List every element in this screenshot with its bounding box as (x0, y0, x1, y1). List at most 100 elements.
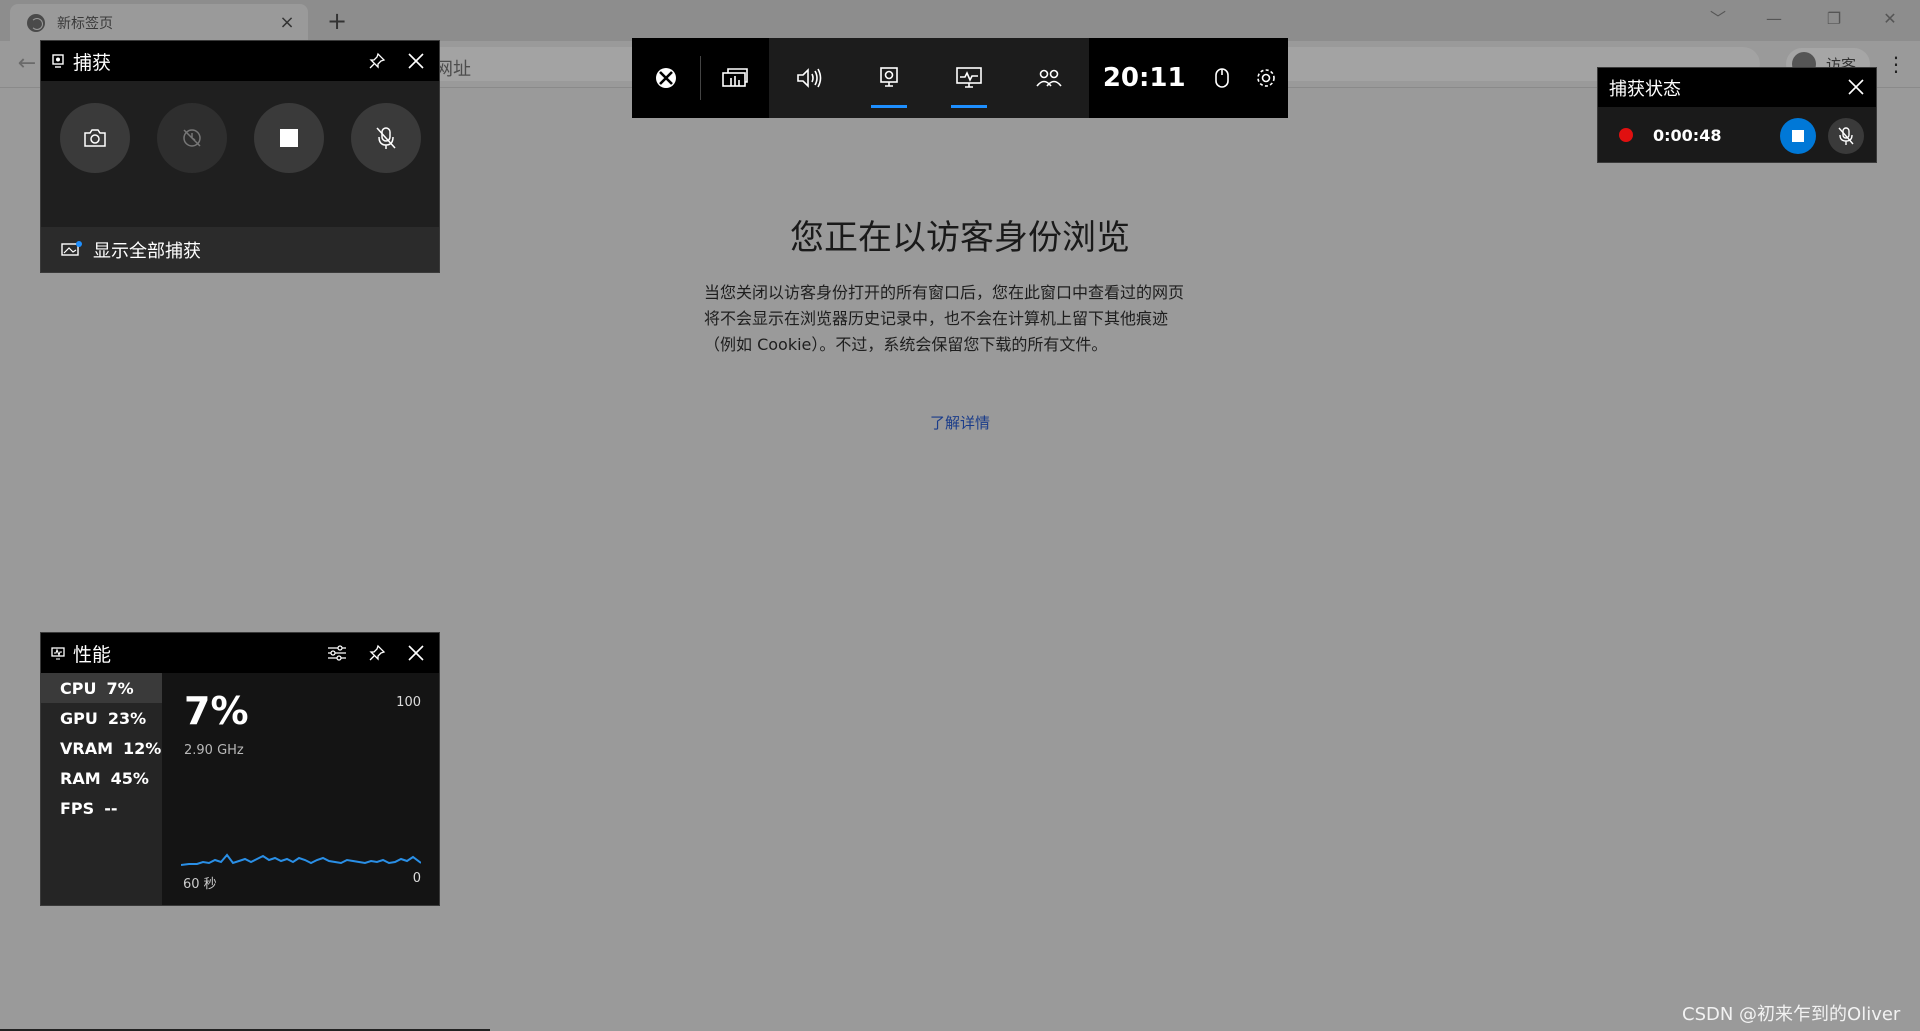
pin-button[interactable] (363, 47, 391, 75)
tab-new-tab[interactable]: 新标签页 × (10, 4, 308, 41)
back-icon[interactable]: ← (12, 49, 42, 79)
mouse-icon (1214, 68, 1229, 88)
close-button[interactable] (1842, 73, 1870, 101)
metric-value: 23% (107, 708, 147, 728)
usage-line (181, 853, 421, 866)
metric-list: CPU 7% GPU 23% VRAM 12% RAM 45% FPS -- (41, 673, 162, 905)
audio-icon (797, 68, 822, 88)
metric-label: RAM (60, 768, 101, 788)
capture-status-title: 捕获状态 (1609, 78, 1681, 100)
tab-strip: 新标签页 × + ﹀ — ❐ ✕ (0, 0, 1920, 41)
address-placeholder: 网址 (435, 59, 471, 80)
options-button[interactable] (323, 639, 351, 667)
capture-controls (41, 103, 439, 173)
maximize-button[interactable]: ❐ (1814, 4, 1854, 34)
xbox-icon (656, 68, 676, 88)
minimize-button[interactable]: — (1754, 4, 1794, 34)
game-bar-clock: 20:11 (1102, 63, 1186, 93)
pin-icon (369, 644, 386, 661)
mic-toggle-button[interactable] (1828, 118, 1864, 154)
capture-status-body: 0:00:48 (1598, 108, 1876, 162)
description-line: 将不会显示在浏览器历史记录中，也不会在计算机上留下其他痕迹 (704, 309, 1169, 328)
recording-indicator-icon (1619, 128, 1633, 142)
metric-fps[interactable]: FPS -- (41, 793, 162, 823)
capture-icon (880, 67, 898, 87)
page-description: 当您关闭以访客身份打开的所有窗口后，您在此窗口中查看过的网页 将不会显示在浏览器… (704, 280, 1224, 358)
performance-button[interactable] (929, 38, 1009, 118)
capture-widget-header[interactable]: 捕获 (41, 41, 439, 81)
globe-icon (27, 13, 45, 32)
mic-off-icon (376, 127, 396, 149)
close-button[interactable] (402, 47, 430, 75)
stop-icon (1792, 130, 1804, 142)
metric-label: FPS (60, 798, 95, 818)
widget-toggles (768, 38, 1089, 118)
learn-more-link[interactable]: 了解详情 (0, 412, 1920, 433)
tab-close-button[interactable]: × (276, 12, 298, 34)
pin-icon (369, 52, 386, 69)
metric-label: GPU (60, 708, 98, 728)
social-button[interactable] (1009, 38, 1089, 118)
capture-button[interactable] (849, 38, 929, 118)
metric-cpu[interactable]: CPU 7% (41, 673, 162, 703)
performance-icon (51, 647, 65, 660)
metric-value: -- (104, 798, 118, 818)
stop-recording-icon (280, 129, 298, 147)
audio-button[interactable] (769, 38, 849, 118)
recording-timer: 0:00:48 (1653, 125, 1722, 145)
metric-vram[interactable]: VRAM 12% (41, 733, 162, 763)
graph-time-label: 60 秒 (183, 877, 217, 892)
close-icon (408, 645, 424, 661)
sliders-icon (328, 645, 346, 661)
close-icon (1848, 79, 1864, 95)
widget-menu-button[interactable] (701, 38, 769, 118)
capture-widget: 捕获 显示全部捕获 (40, 40, 440, 273)
metric-ram[interactable]: RAM 45% (41, 763, 162, 793)
description-line: 当您关闭以访客身份打开的所有窗口后，您在此窗口中查看过的网页 (704, 283, 1185, 302)
capture-widget-title: 捕获 (73, 51, 112, 74)
game-bar: 20:11 (632, 38, 1288, 118)
xbox-button[interactable] (632, 38, 700, 118)
capture-status-header[interactable]: 捕获状态 (1598, 68, 1876, 107)
stop-recording-button[interactable] (254, 103, 324, 173)
performance-widget-header[interactable]: 性能 (41, 633, 439, 673)
metric-value: 45% (110, 768, 149, 788)
metric-label: CPU (60, 678, 97, 698)
show-all-captures-button[interactable]: 显示全部捕获 (41, 227, 439, 272)
pin-button[interactable] (363, 639, 391, 667)
close-button[interactable] (402, 639, 430, 667)
screenshot-icon (84, 129, 106, 147)
performance-icon (956, 67, 982, 88)
watermark: CSDN @初来乍到的Oliver (1682, 1004, 1901, 1025)
graph-max-label: 100 (396, 695, 421, 710)
stop-recording-button[interactable] (1780, 118, 1816, 154)
record-last-icon (183, 129, 201, 147)
description-line: （例如 Cookie）。不过，系统会保留您下载的所有文件。 (704, 335, 1108, 354)
show-all-captures-label: 显示全部捕获 (93, 240, 201, 262)
close-icon (408, 53, 424, 69)
metric-gpu[interactable]: GPU 23% (41, 703, 162, 733)
gallery-icon (61, 240, 82, 256)
metric-detail: 7% 2.90 GHz 100 60 秒 0 (163, 673, 439, 905)
close-window-button[interactable]: ✕ (1870, 4, 1910, 34)
mic-toggle-button[interactable] (351, 103, 421, 173)
settings-icon (1257, 69, 1275, 87)
performance-widget: 性能 CPU 7% GPU 23% VRAM 12% RAM 45% FPS -… (40, 632, 440, 906)
cpu-frequency: 2.90 GHz (184, 743, 244, 758)
metric-value: 12% (123, 738, 162, 758)
new-tab-button[interactable]: + (322, 6, 352, 36)
mic-off-icon (1838, 127, 1854, 145)
performance-widget-title: 性能 (73, 643, 112, 666)
record-last-button[interactable] (157, 103, 227, 173)
more-menu-icon[interactable]: ⋮ (1884, 50, 1908, 78)
tab-title: 新标签页 (57, 15, 113, 32)
usage-graph (181, 853, 421, 866)
settings-button[interactable] (1244, 38, 1288, 118)
metric-big-value: 7% (184, 689, 249, 733)
graph-min-label: 0 (412, 871, 421, 886)
tab-search-button[interactable]: ﹀ (1698, 4, 1738, 34)
mouse-button[interactable] (1200, 38, 1244, 118)
screenshot-button[interactable] (60, 103, 130, 173)
widget-menu-icon (722, 68, 748, 87)
social-icon (1036, 69, 1062, 87)
